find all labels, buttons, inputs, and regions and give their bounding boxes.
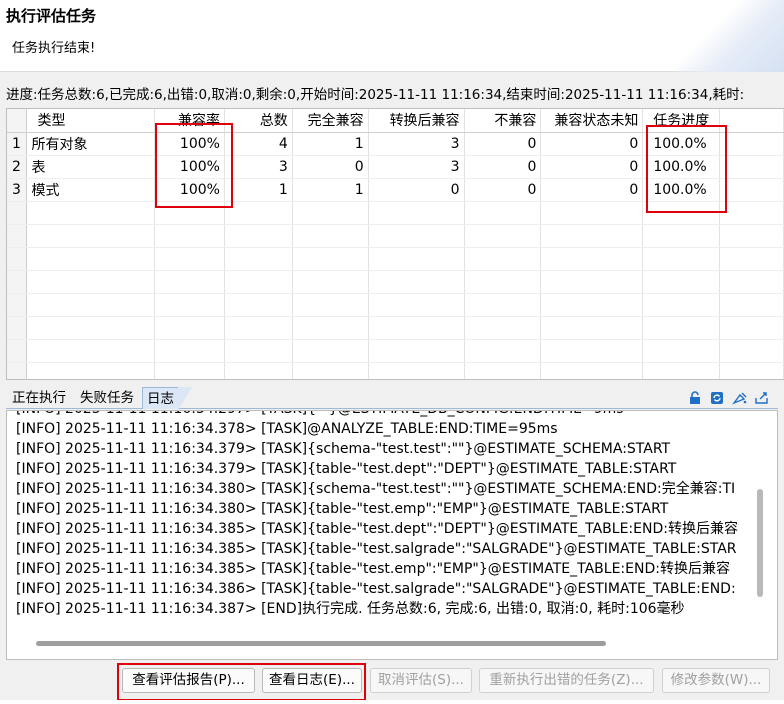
table-row[interactable]: 1 所有对象 100% 4 1 3 0 0 100.0% <box>7 132 784 156</box>
table-cell: 3 <box>368 155 465 179</box>
column-header[interactable]: 不兼容 <box>464 109 542 133</box>
log-line: [INFO] 2025-11-11 11:16:34.386> [TASK]{t… <box>16 581 736 597</box>
column-header[interactable]: 类型 <box>26 109 156 133</box>
column-header-filler <box>719 109 784 133</box>
table-cell: 100.0% <box>642 178 721 202</box>
table-cell: 1 <box>292 132 369 156</box>
empty-row <box>7 224 784 248</box>
log-text-area[interactable]: [INFO] 2025-11-11 11:16:34.297> [TASK]{"… <box>16 411 758 633</box>
tab-running[interactable]: 正在执行 <box>8 387 70 409</box>
vertical-scrollbar[interactable] <box>757 489 763 597</box>
header-decoration <box>674 0 784 72</box>
log-line: [INFO] 2025-11-11 11:16:34.385> [TASK]{t… <box>16 561 730 577</box>
table-row[interactable]: 3 模式 100% 1 1 0 0 0 100.0% <box>7 178 784 202</box>
log-line: [INFO] 2025-11-11 11:16:34.385> [TASK]{t… <box>16 541 737 557</box>
empty-row <box>7 362 784 379</box>
table-header-row: 类型 兼容率 总数 完全兼容 转换后兼容 不兼容 兼容状态未知 任务进度 <box>7 109 784 133</box>
table-cell: 100% <box>154 178 225 202</box>
column-header[interactable]: 完全兼容 <box>292 109 369 133</box>
log-line: [INFO] 2025-11-11 11:16:34.380> [TASK]{t… <box>16 501 669 517</box>
empty-row <box>7 270 784 294</box>
table-cell: 0 <box>540 155 644 179</box>
horizontal-scrollbar[interactable] <box>36 641 606 646</box>
log-line: [INFO] 2025-11-11 11:16:34.297> [TASK]{"… <box>16 411 758 419</box>
tab-failed[interactable]: 失败任务 <box>76 387 138 409</box>
table-cell-filler <box>719 155 784 179</box>
row-number: 3 <box>7 178 28 202</box>
table-cell: 100.0% <box>642 132 721 156</box>
table-cell: 0 <box>464 155 542 179</box>
table-cell: 模式 <box>26 178 156 202</box>
results-table[interactable]: 类型 兼容率 总数 完全兼容 转换后兼容 不兼容 兼容状态未知 任务进度 1 所… <box>6 108 784 380</box>
table-cell: 3 <box>368 132 465 156</box>
log-line: [INFO] 2025-11-11 11:16:34.379> [TASK]{t… <box>16 461 677 477</box>
table-cell: 100% <box>154 155 225 179</box>
log-line: [INFO] 2025-11-11 11:16:34.385> [TASK]{t… <box>16 521 738 537</box>
log-line: [INFO] 2025-11-11 11:16:34.380> [TASK]{s… <box>16 481 736 497</box>
empty-row <box>7 316 784 340</box>
log-panel[interactable]: [INFO] 2025-11-11 11:16:34.297> [TASK]{"… <box>6 410 778 660</box>
table-cell: 0 <box>540 178 644 202</box>
table-cell: 100% <box>154 132 225 156</box>
column-header[interactable]: 兼容状态未知 <box>540 109 644 133</box>
cancel-estimate-button[interactable]: 取消评估(S)... <box>370 668 472 693</box>
table-cell: 1 <box>224 178 293 202</box>
log-line: [INFO] 2025-11-11 11:16:34.378> [TASK]@A… <box>16 421 558 437</box>
column-header[interactable]: 任务进度 <box>642 109 721 133</box>
dialog-title: 执行评估任务 <box>6 7 97 25</box>
table-cell: 100.0% <box>642 155 721 179</box>
tab-log[interactable]: 日志 <box>142 387 192 410</box>
table-cell: 0 <box>292 155 369 179</box>
table-cell: 3 <box>224 155 293 179</box>
log-toolbar <box>688 391 770 405</box>
column-header[interactable]: 转换后兼容 <box>368 109 465 133</box>
empty-row <box>7 201 784 225</box>
view-report-button[interactable]: 查看评估报告(P)... <box>122 668 255 693</box>
tab-bar: 正在执行 失败任务 日志 <box>6 387 778 410</box>
table-row[interactable]: 2 表 100% 3 0 3 0 0 100.0% <box>7 155 784 179</box>
table-cell: 0 <box>368 178 465 202</box>
dialog-message: 任务执行结束! <box>12 41 96 56</box>
log-line: [INFO] 2025-11-11 11:16:34.379> [TASK]{s… <box>16 441 671 457</box>
table-cell-filler <box>719 132 784 156</box>
table-cell: 0 <box>464 178 542 202</box>
table-cell: 0 <box>540 132 644 156</box>
view-log-button[interactable]: 查看日志(E)... <box>262 668 362 693</box>
table-cell: 表 <box>26 155 156 179</box>
log-line: [INFO] 2025-11-11 11:16:34.387> [END]执行完… <box>16 601 685 617</box>
row-number-header <box>7 109 28 133</box>
empty-row <box>7 339 784 363</box>
row-number: 2 <box>7 155 28 179</box>
modify-params-button[interactable]: 修改参数(W)... <box>662 668 770 693</box>
table-cell-filler <box>719 178 784 202</box>
empty-row <box>7 293 784 317</box>
export-icon[interactable] <box>754 391 770 405</box>
table-cell: 1 <box>292 178 369 202</box>
table-cell: 0 <box>464 132 542 156</box>
lock-icon[interactable] <box>688 391 704 405</box>
clear-log-icon[interactable] <box>731 391 748 405</box>
empty-row <box>7 247 784 271</box>
dialog-header: 执行评估任务 任务执行结束! <box>0 0 784 72</box>
table-cell: 所有对象 <box>26 132 156 156</box>
column-header[interactable]: 兼容率 <box>154 109 225 133</box>
rerun-failed-tasks-button[interactable]: 重新执行出错的任务(Z)... <box>479 668 654 693</box>
window-bottom-edge <box>0 700 784 704</box>
row-number: 1 <box>7 132 28 156</box>
table-cell: 4 <box>224 132 293 156</box>
refresh-icon[interactable] <box>710 391 726 405</box>
column-header[interactable]: 总数 <box>224 109 293 133</box>
progress-summary: 进度:任务总数:6,已完成:6,出错:0,取消:0,剩余:0,开始时间:2025… <box>6 87 745 103</box>
